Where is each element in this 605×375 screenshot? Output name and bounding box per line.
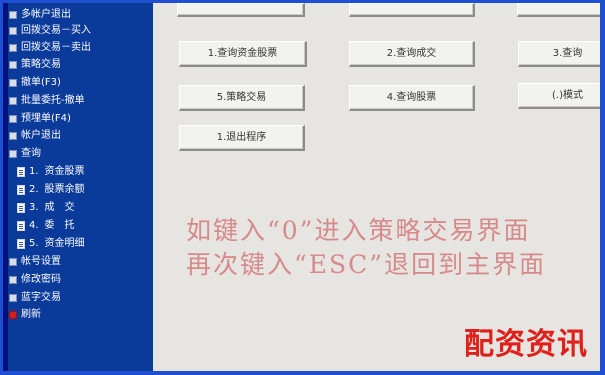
- top-button-partial[interactable]: [177, 3, 305, 17]
- menu-bullet-icon: [9, 11, 17, 19]
- sidebar-subitem-label: 成 交: [44, 202, 75, 213]
- refresh-icon: [9, 311, 17, 319]
- menu-bullet-icon: [9, 27, 17, 35]
- sidebar-subitem-number: 3.: [29, 202, 39, 213]
- top-button-partial[interactable]: [517, 3, 600, 17]
- sidebar-item-callback-buy[interactable]: 回拨交易－买入: [9, 23, 91, 39]
- sidebar-item-label: 刷新: [21, 309, 41, 320]
- query-stocks-button[interactable]: 4.查询股票: [349, 85, 475, 111]
- sidebar-item-label: 撤单(F3): [21, 77, 61, 88]
- sidebar: 多帐户退出 回拨交易－买入 回拨交易－卖出 策略交易 撤单(F3) 批量委托-撤…: [3, 3, 153, 371]
- hint-line-1: 如键入“0”进入策略交易界面: [186, 216, 531, 245]
- sidebar-subitem-fills[interactable]: 3. 成 交: [17, 200, 75, 216]
- sidebar-item-label: 蓝字交易: [21, 292, 61, 303]
- query-fills-button[interactable]: 2.查询成交: [349, 41, 475, 67]
- sidebar-item-label: 回拨交易－买入: [21, 25, 91, 36]
- sidebar-subitem-stock-balance[interactable]: 2. 股票余额: [17, 182, 85, 198]
- sidebar-subitem-fund-details[interactable]: 5. 资金明细: [17, 236, 85, 252]
- sidebar-subitem-number: 5.: [29, 238, 39, 249]
- menu-bullet-icon: [9, 97, 17, 105]
- sidebar-subitem-number: 1.: [29, 166, 39, 177]
- menu-bullet-icon: [9, 115, 17, 123]
- sidebar-item-callback-sell[interactable]: 回拨交易－卖出: [9, 40, 91, 56]
- sidebar-subitem-label: 资金股票: [44, 166, 85, 177]
- menu-bullet-icon: [9, 79, 17, 87]
- exit-program-button[interactable]: 1.退出程序: [179, 125, 305, 151]
- document-icon: [17, 203, 25, 213]
- sidebar-item-label: 帐号设置: [21, 256, 61, 267]
- sidebar-item-label: 预埋单(F4): [21, 113, 71, 124]
- sidebar-subitem-orders[interactable]: 4. 委 托: [17, 218, 75, 234]
- sidebar-item-label: 查询: [21, 148, 41, 159]
- mode-button[interactable]: (.)模式: [518, 83, 600, 109]
- sidebar-subitem-label: 资金明细: [44, 238, 85, 249]
- query-funds-stocks-button[interactable]: 1.查询资金股票: [179, 41, 307, 67]
- document-icon: [17, 167, 25, 177]
- sidebar-item-label: 批量委托-撤单: [21, 95, 85, 106]
- query-button[interactable]: 3.查询: [518, 41, 600, 67]
- menu-bullet-icon: [9, 258, 17, 266]
- menu-bullet-icon: [9, 132, 17, 140]
- sidebar-item-label: 帐户退出: [21, 130, 61, 141]
- sidebar-item-label: 策略交易: [21, 59, 61, 70]
- sidebar-item-strategy-trading[interactable]: 策略交易: [9, 57, 61, 73]
- top-button-partial[interactable]: [349, 3, 475, 17]
- sidebar-item-account-exit[interactable]: 帐户退出: [9, 128, 61, 144]
- document-icon: [17, 221, 25, 231]
- folder-open-icon: [9, 150, 17, 158]
- sidebar-subitem-label: 股票余额: [44, 184, 85, 195]
- sidebar-item-cancel-order[interactable]: 撤单(F3): [9, 75, 61, 91]
- sidebar-subitem-funds-stocks[interactable]: 1. 资金股票: [17, 164, 85, 180]
- sidebar-item-label: 修改密码: [21, 274, 61, 285]
- sidebar-subitem-number: 2.: [29, 184, 39, 195]
- sidebar-item-multi-account-exit[interactable]: 多帐户退出: [9, 7, 71, 23]
- sidebar-item-refresh[interactable]: 刷新: [9, 307, 41, 323]
- menu-bullet-icon: [9, 61, 17, 69]
- hint-line-2: 再次键入“ESC”退回到主界面: [186, 250, 547, 279]
- sidebar-item-change-password[interactable]: 修改密码: [9, 272, 61, 288]
- sidebar-item-label: 回拨交易－卖出: [21, 42, 91, 53]
- sidebar-item-batch-order[interactable]: 批量委托-撤单: [9, 93, 85, 109]
- menu-bullet-icon: [9, 276, 17, 284]
- menu-bullet-icon: [9, 294, 17, 302]
- sidebar-subitem-number: 4.: [29, 220, 39, 231]
- sidebar-item-label: 多帐户退出: [21, 9, 71, 20]
- sidebar-strip: [3, 3, 8, 371]
- document-icon: [17, 185, 25, 195]
- app-window: 多帐户退出 回拨交易－买入 回拨交易－卖出 策略交易 撤单(F3) 批量委托-撤…: [0, 0, 605, 375]
- menu-bullet-icon: [9, 44, 17, 52]
- sidebar-item-account-settings[interactable]: 帐号设置: [9, 254, 61, 270]
- sidebar-item-preset-order[interactable]: 预埋单(F4): [9, 111, 71, 127]
- sidebar-item-blue-trading[interactable]: 蓝字交易: [9, 290, 61, 306]
- sidebar-subitem-label: 委 托: [44, 220, 75, 231]
- strategy-trading-button[interactable]: 5.策略交易: [179, 85, 305, 111]
- document-icon: [17, 239, 25, 249]
- sidebar-item-query[interactable]: 查询: [9, 146, 41, 162]
- watermark-logo: 配资资讯: [464, 327, 588, 362]
